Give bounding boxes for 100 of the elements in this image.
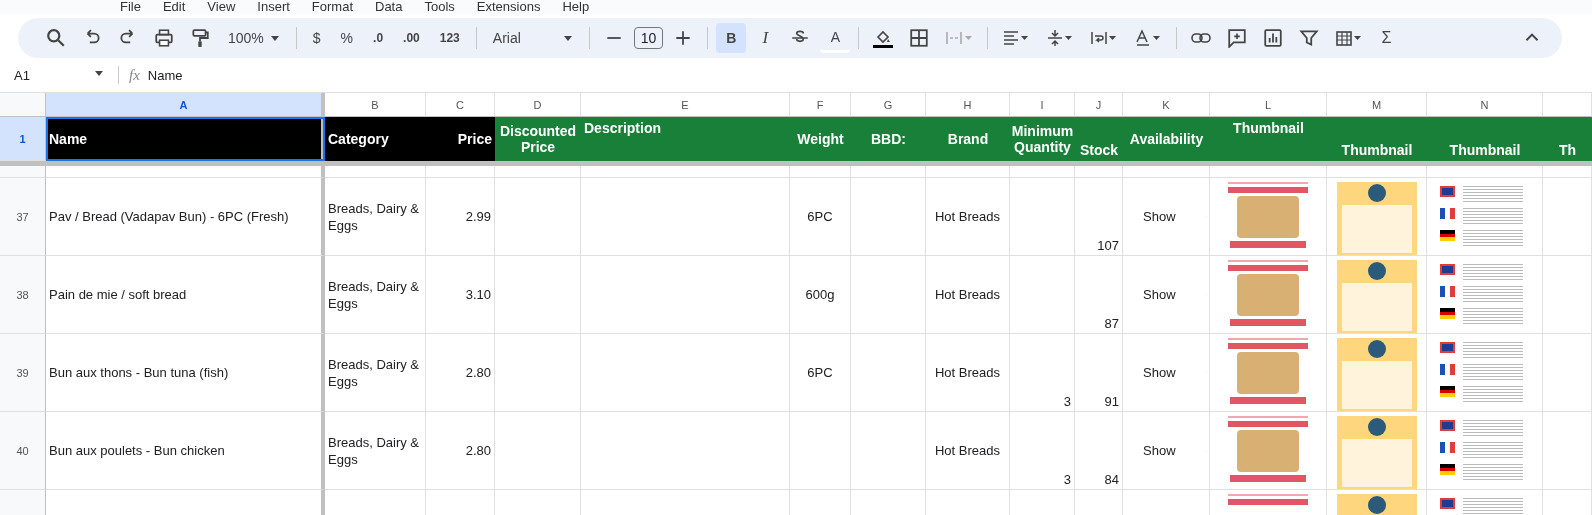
- table-cell: 107: [1075, 178, 1123, 256]
- filter-icon[interactable]: [1299, 28, 1320, 48]
- row-header[interactable]: 37: [0, 178, 46, 256]
- currency-button[interactable]: $: [304, 26, 329, 50]
- row-header[interactable]: 40: [0, 412, 46, 490]
- table-cell: Hot Breads: [926, 334, 1010, 412]
- table-cell: Breads, Dairy & Eggs: [325, 178, 426, 256]
- header-cell: Description: [581, 117, 790, 161]
- menu-item[interactable]: Help: [562, 0, 590, 14]
- column-header[interactable]: M: [1327, 93, 1427, 117]
- bold-button[interactable]: B: [716, 23, 747, 53]
- table-cell: Bun aux poulets - Bun chicken: [46, 412, 325, 490]
- column-header[interactable]: K: [1123, 93, 1210, 117]
- table-cell: Breads, Dairy & Eggs: [325, 412, 426, 490]
- vertical-align-icon[interactable]: [1046, 28, 1075, 48]
- decrease-decimals-button[interactable]: .0: [365, 27, 392, 49]
- formula-input[interactable]: Name: [147, 67, 183, 83]
- table-cell: Breads, Dairy & Eggs: [325, 256, 426, 334]
- table-cell: 2.99: [426, 178, 495, 256]
- column-header[interactable]: E: [581, 93, 790, 117]
- header-cell: Price: [426, 117, 495, 161]
- table-cell: Pain de mie / soft bread: [46, 256, 325, 334]
- menu-item[interactable]: Tools: [424, 0, 455, 14]
- dropdown-value[interactable]: Show: [1143, 365, 1176, 380]
- empty-cell: [1010, 166, 1075, 178]
- header-cell: Discounted Price: [495, 117, 581, 161]
- dropdown-value[interactable]: Show: [1143, 209, 1176, 224]
- text-rotation-icon[interactable]: [1134, 28, 1163, 48]
- header-cell: Category: [325, 117, 426, 161]
- table-icon[interactable]: [1335, 28, 1364, 48]
- menu-item[interactable]: File: [120, 0, 141, 14]
- table-cell: 2.80: [426, 334, 495, 412]
- paint-format-icon[interactable]: [190, 28, 210, 48]
- table-cell: Bun aux thons - Bun tuna (fish): [46, 334, 325, 412]
- column-header[interactable]: J: [1075, 93, 1123, 117]
- number-format-button[interactable]: 123: [431, 27, 468, 49]
- percent-button[interactable]: %: [332, 26, 362, 50]
- cell-reference-field[interactable]: A1: [0, 67, 104, 83]
- increase-decimals-button[interactable]: .00: [395, 27, 428, 49]
- dropdown-value[interactable]: Show: [1143, 443, 1176, 458]
- table-cell: 6PC: [790, 334, 851, 412]
- dropdown-cell[interactable]: Show: [1123, 256, 1210, 334]
- table-cell: Pav / Bread (Vadapav Bun) - 6PC (Fresh): [46, 178, 325, 256]
- column-header[interactable]: A: [46, 93, 325, 117]
- menu-item[interactable]: Edit: [162, 0, 186, 14]
- header-cell: Stock: [1075, 117, 1123, 161]
- menu-item[interactable]: View: [207, 0, 236, 14]
- menu-item[interactable]: Format: [311, 0, 353, 14]
- column-header[interactable]: C: [426, 93, 495, 117]
- chart-icon[interactable]: [1263, 28, 1284, 48]
- dropdown-cell[interactable]: Show: [1123, 178, 1210, 256]
- table-cell: 3.10: [426, 256, 495, 334]
- row-header[interactable]: 39: [0, 334, 46, 412]
- borders-icon[interactable]: [909, 28, 930, 48]
- caret-icon: [269, 33, 280, 43]
- column-header[interactable]: N: [1427, 93, 1543, 117]
- row-header[interactable]: 1: [0, 117, 46, 161]
- table-cell: Hot Breads: [926, 412, 1010, 490]
- menu-item[interactable]: Insert: [257, 0, 290, 14]
- empty-cell: [1543, 166, 1592, 178]
- table-cell: Hot Breads: [926, 256, 1010, 334]
- dropdown-cell[interactable]: Show: [1123, 334, 1210, 412]
- menu-item[interactable]: Data: [375, 0, 403, 14]
- font-size-field[interactable]: 10: [633, 27, 664, 49]
- functions-button[interactable]: Σ: [1373, 25, 1400, 51]
- font-dropdown[interactable]: Arial: [484, 26, 581, 50]
- search-icon[interactable]: [46, 28, 66, 48]
- header-cell: Name: [46, 117, 325, 161]
- fill-color-icon[interactable]: [873, 28, 894, 48]
- italic-button[interactable]: I: [750, 23, 781, 53]
- header-cell: Availability: [1123, 117, 1210, 161]
- header-cell: Weight: [790, 117, 851, 161]
- print-icon[interactable]: [154, 28, 174, 48]
- function-label: fx: [129, 66, 140, 84]
- align-icon[interactable]: [1002, 28, 1031, 48]
- header-cell: Thumbnail: [1210, 117, 1327, 161]
- dropdown-cell[interactable]: Show: [1123, 412, 1210, 490]
- column-header[interactable]: H: [926, 93, 1010, 117]
- table-cell: 3: [1010, 412, 1075, 490]
- dropdown-value[interactable]: Show: [1143, 287, 1176, 302]
- empty-cell: [1075, 166, 1123, 178]
- header-cell: Minimum Quantity: [1010, 117, 1075, 161]
- column-header[interactable]: D: [495, 93, 581, 117]
- column-header[interactable]: F: [790, 93, 851, 117]
- table-cell: 84: [1075, 412, 1123, 490]
- text-color-button[interactable]: A: [820, 23, 851, 53]
- table-cell: 6PC: [790, 178, 851, 256]
- table-cell: 2.80: [426, 412, 495, 490]
- table-cell: 3: [1010, 334, 1075, 412]
- header-cell: BBD:: [851, 117, 926, 161]
- zoom-dropdown[interactable]: 100%: [220, 26, 288, 50]
- column-header[interactable]: I: [1010, 93, 1075, 117]
- table-cell: 87: [1075, 256, 1123, 334]
- comment-icon[interactable]: [1227, 28, 1248, 48]
- column-header[interactable]: L: [1210, 93, 1327, 117]
- column-header[interactable]: G: [851, 93, 926, 117]
- menu-item[interactable]: Extensions: [476, 0, 541, 14]
- row-header[interactable]: 38: [0, 256, 46, 334]
- header-cell: Th: [1543, 117, 1592, 161]
- column-header[interactable]: B: [325, 93, 426, 117]
